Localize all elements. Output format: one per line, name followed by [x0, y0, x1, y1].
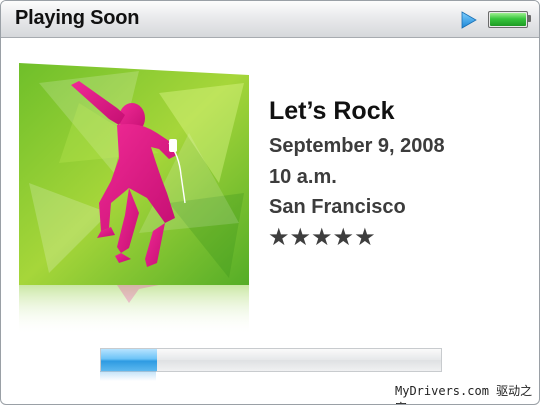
- album-art-reflection: [19, 285, 249, 335]
- event-title: Let’s Rock: [269, 97, 395, 125]
- progress-reflection: [100, 371, 156, 381]
- battery-level-fill: [490, 13, 526, 26]
- play-icon: [461, 11, 477, 29]
- battery-icon: [488, 11, 528, 28]
- event-time: 10 a.m.: [269, 166, 337, 188]
- now-playing-screen: Playing Soon Let’s Rock September 9, 200…: [0, 0, 540, 405]
- title-bar: Playing Soon: [1, 1, 539, 38]
- progress-fill: [101, 349, 158, 371]
- screen-title: Playing Soon: [15, 7, 140, 29]
- event-location: San Francisco: [269, 196, 406, 218]
- album-art: [19, 63, 249, 285]
- event-date: September 9, 2008: [269, 135, 445, 157]
- watermark: MyDrivers.com 驱动之家: [395, 384, 533, 404]
- star-rating[interactable]: ★★★★★: [268, 223, 376, 252]
- progress-bar[interactable]: [100, 348, 442, 372]
- battery-terminal: [528, 15, 531, 22]
